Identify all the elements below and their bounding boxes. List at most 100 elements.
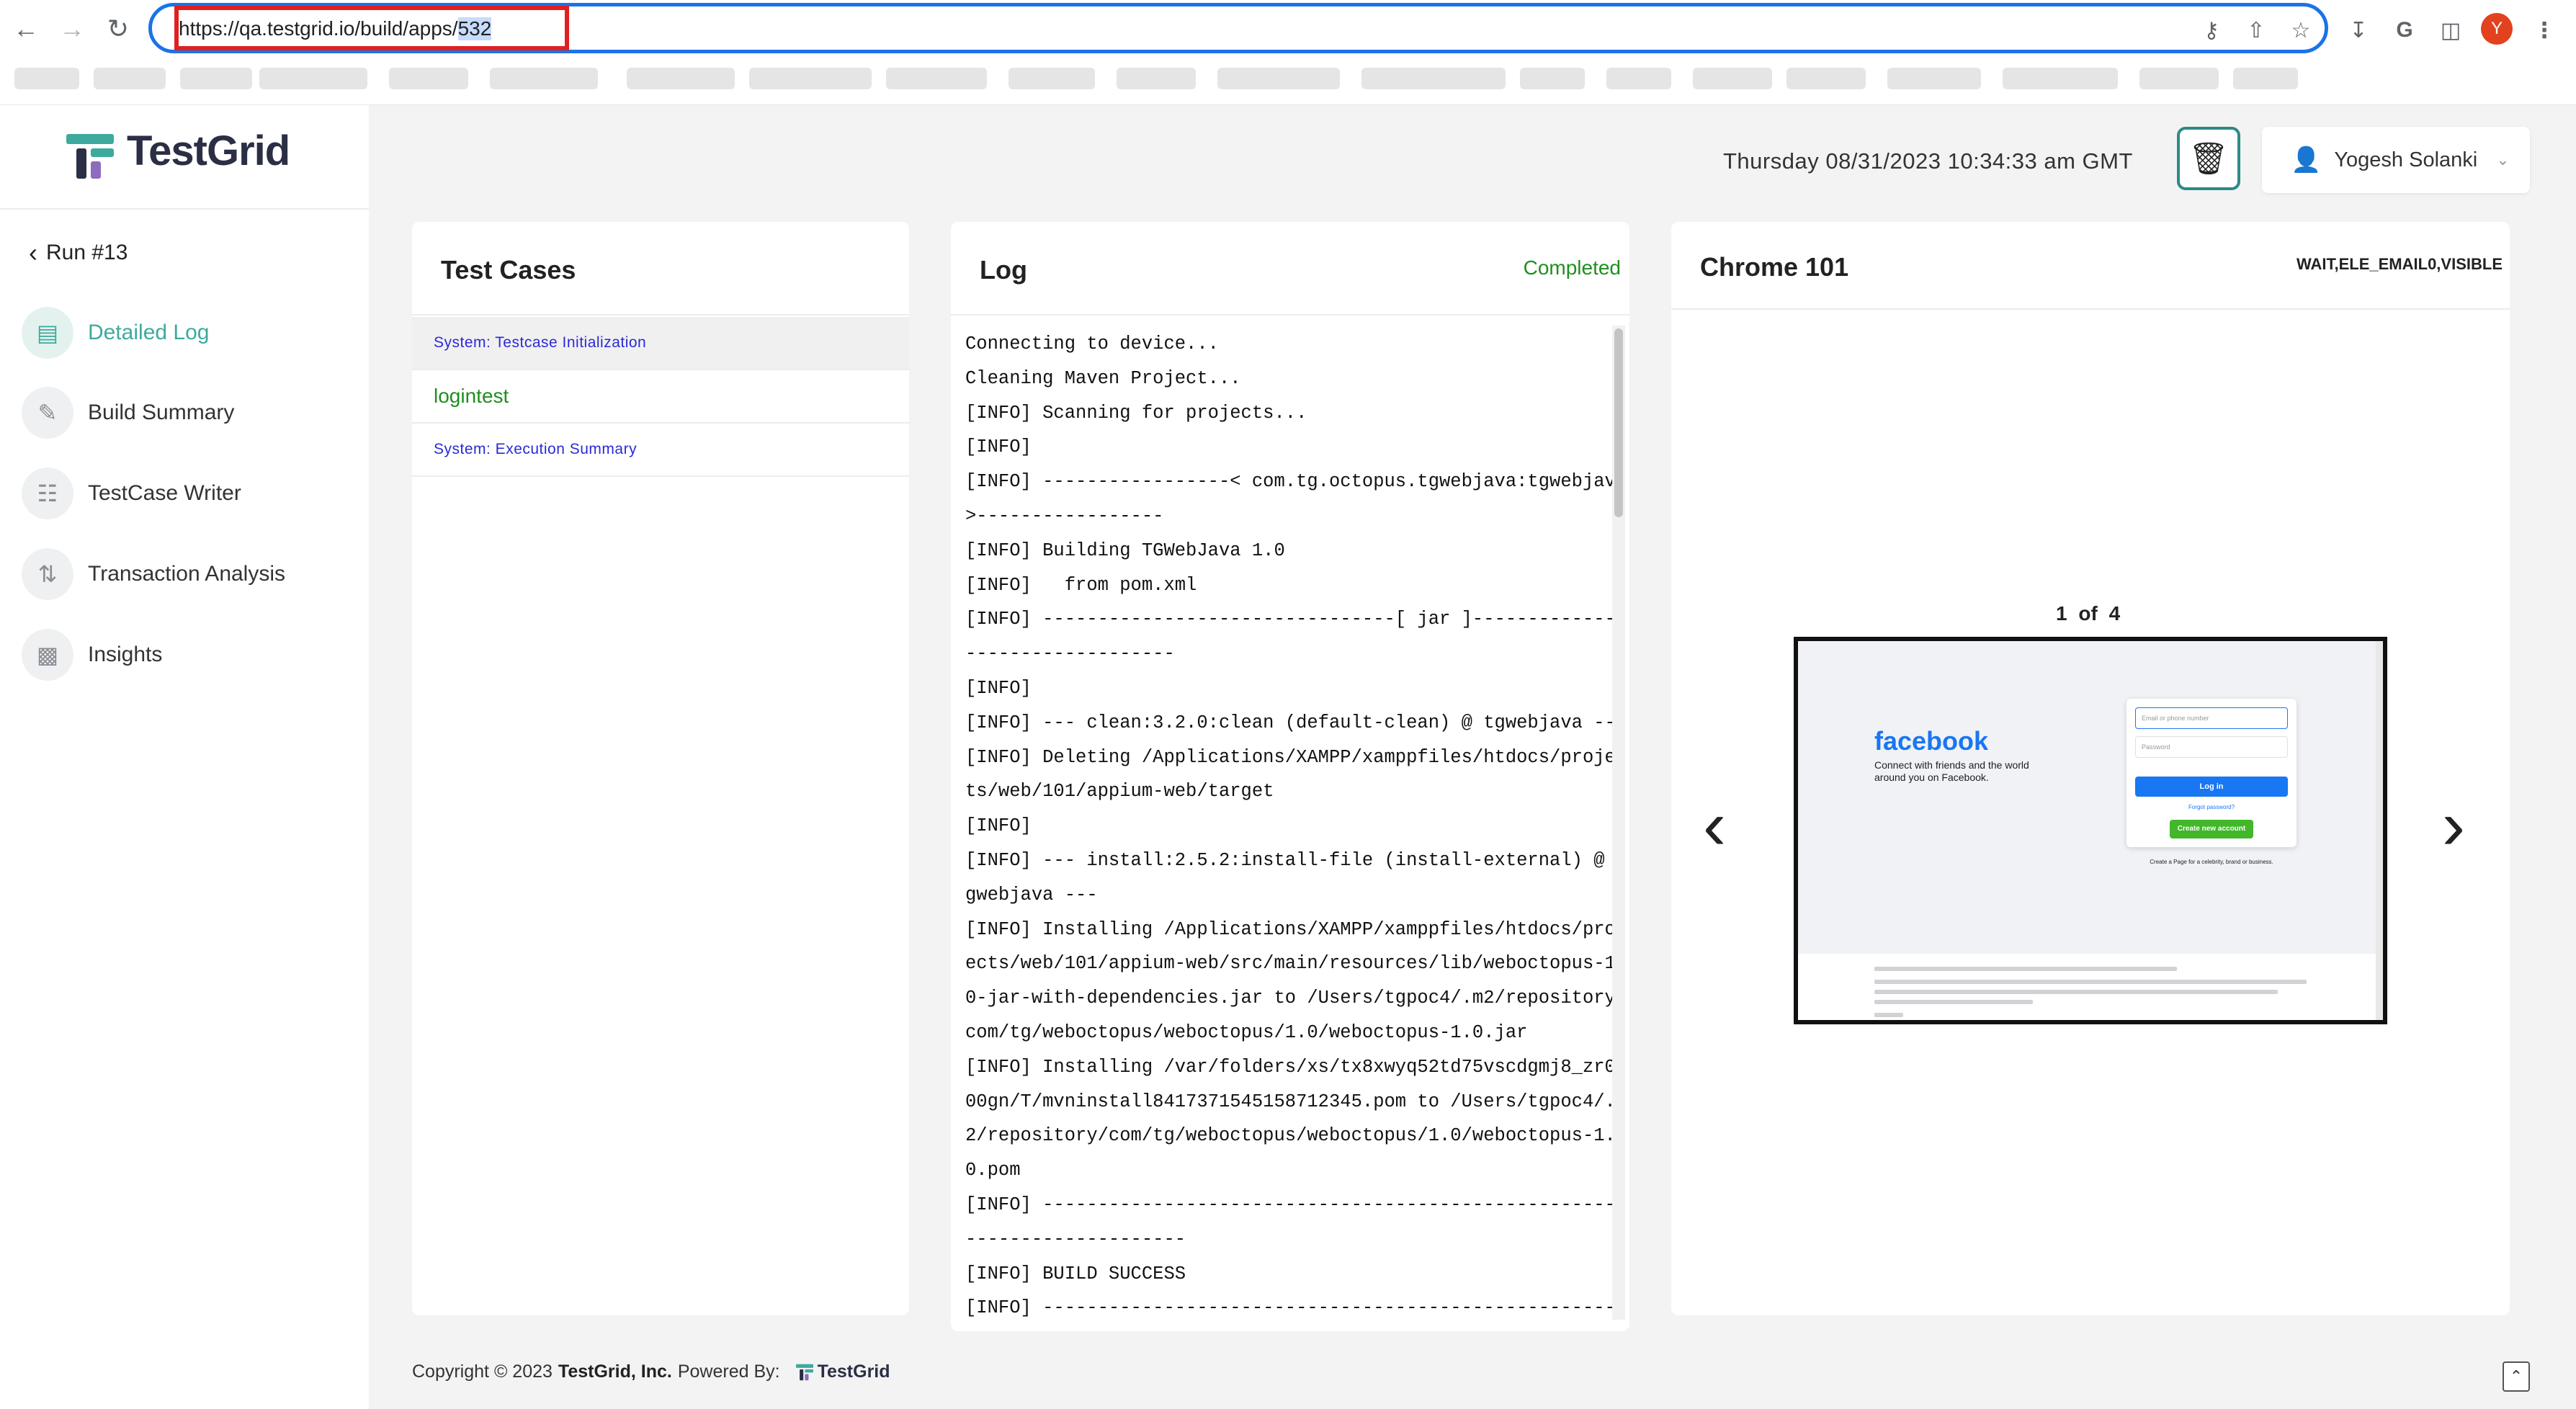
log-output[interactable]: Connecting to device... Cleaning Maven Pr… <box>957 321 1614 1323</box>
log-panel: Log Completed Connecting to device... Cle… <box>951 222 1629 1331</box>
brand-name: TestGrid <box>127 128 290 174</box>
profile-avatar[interactable]: Y <box>2481 13 2513 45</box>
bookmark-item[interactable] <box>1693 68 1772 89</box>
fb-page-note: Create a Page for a celebrity, brand or … <box>2150 859 2273 865</box>
step-caption: WAIT,ELE_EMAIL0,VISIBLE <box>2296 255 2503 273</box>
footer: Copyright © 2023 TestGrid, Inc. Powered … <box>412 1361 890 1382</box>
bookmark-item[interactable] <box>490 68 598 89</box>
bookmark-item[interactable] <box>1887 68 1981 89</box>
fb-footer-line <box>1874 967 2177 971</box>
footer-copyright: Copyright © 2023 <box>412 1361 553 1382</box>
share-icon[interactable]: ⇧ <box>2240 14 2272 46</box>
bookmark-item[interactable] <box>2139 68 2219 89</box>
sidebar-item-detailed-log[interactable]: ▤ Detailed Log <box>22 306 209 359</box>
log-line: [INFO] ---------------------------------… <box>965 1297 1614 1319</box>
log-line: ts/web/101/appium-web/target <box>965 781 1274 802</box>
scroll-to-top-button[interactable]: ⌃ <box>2503 1361 2530 1392</box>
bookmark-item[interactable] <box>94 68 166 89</box>
log-line: com/tg/weboctopus/weboctopus/1.0/webocto… <box>965 1021 1528 1043</box>
bookmark-item[interactable] <box>1606 68 1671 89</box>
log-line: 0-jar-with-dependencies.jar to /Users/tg… <box>965 988 1614 1009</box>
bookmark-item[interactable] <box>1361 68 1506 89</box>
page-of: of <box>2078 602 2098 625</box>
fb-footer-line <box>1874 990 2278 994</box>
fb-footer-line <box>1874 980 2307 984</box>
test-case-row[interactable]: logintest <box>412 370 909 424</box>
bookmark-item[interactable] <box>180 68 252 89</box>
bookmark-item[interactable] <box>1009 68 1095 89</box>
viewer-title: Chrome 101 <box>1700 252 1849 282</box>
log-line: [INFO] ---------------------------------… <box>965 1194 1614 1215</box>
bookmark-item[interactable] <box>1520 68 1585 89</box>
log-line: [INFO] Deleting /Applications/XAMPP/xamp… <box>965 746 1614 768</box>
footer-brand[interactable]: TestGrid <box>795 1361 890 1382</box>
url-highlight-box <box>174 6 569 50</box>
bookmark-item[interactable] <box>1217 68 1340 89</box>
screenshot-viewer-panel: Chrome 101 WAIT,ELE_EMAIL0,VISIBLE 1 of … <box>1671 222 2510 1315</box>
delete-button[interactable]: 🗑 <box>2177 127 2240 190</box>
fb-footer-line <box>1874 1013 1903 1017</box>
back-icon[interactable]: ← <box>7 10 45 48</box>
test-case-row[interactable]: System: Execution Summary <box>412 424 909 477</box>
run-back-link[interactable]: ‹ Run #13 <box>29 238 128 268</box>
bookmark-item[interactable] <box>2233 68 2298 89</box>
test-cases-header: Test Cases <box>412 222 909 316</box>
bookmark-item[interactable] <box>14 68 79 89</box>
log-line: [INFO] -----------------< com.tg.octopus… <box>965 471 1614 493</box>
bookmark-item[interactable] <box>749 68 872 89</box>
step-screenshot[interactable]: facebook Connect with friends and the wo… <box>1794 637 2387 1024</box>
fb-logo: facebook <box>1874 726 1989 756</box>
testgrid-logo-icon <box>66 134 114 179</box>
sidebar-divider <box>0 208 369 210</box>
run-back-label: Run #13 <box>46 241 128 264</box>
sidebar-item-build-summary[interactable]: ✎ Build Summary <box>22 386 234 439</box>
next-arrow-icon[interactable]: › <box>2442 791 2465 860</box>
forward-icon[interactable]: → <box>53 10 91 48</box>
google-icon[interactable]: G <box>2389 14 2420 46</box>
transaction-icon: ⇅ <box>22 548 73 600</box>
log-line: [INFO] --- clean:3.2.0:clean (default-cl… <box>965 712 1614 733</box>
star-icon[interactable]: ☆ <box>2285 14 2317 46</box>
log-line: gwebjava --- <box>965 884 1098 905</box>
log-title: Log <box>980 255 1027 285</box>
chevron-left-icon: ‹ <box>29 238 37 267</box>
sidebar-item-insights[interactable]: ▩ Insights <box>22 628 162 681</box>
key-icon[interactable]: ⚷ <box>2196 14 2227 46</box>
testgrid-logo-icon <box>795 1364 813 1380</box>
log-scrollbar-thumb[interactable] <box>1614 328 1623 517</box>
test-cases-panel: Test Cases System: Testcase Initializati… <box>412 222 909 1315</box>
kebab-menu-icon[interactable]: ⋮ <box>2528 14 2560 46</box>
bookmark-item[interactable] <box>259 68 367 89</box>
log-line: >----------------- <box>965 505 1164 527</box>
user-menu[interactable]: 👤 Yogesh Solanki ⌄ <box>2262 127 2530 193</box>
log-line: ects/web/101/appium-web/src/main/resourc… <box>965 953 1614 975</box>
log-header: Log Completed <box>951 222 1629 316</box>
sidebar-item-testcase-writer[interactable]: ☷ TestCase Writer <box>22 467 241 520</box>
user-name: Yogesh Solanki <box>2334 148 2478 171</box>
footer-company: TestGrid, Inc. <box>558 1361 672 1382</box>
fb-password-field: Password <box>2135 736 2288 758</box>
test-case-row[interactable]: System: Testcase Initialization <box>412 317 909 370</box>
calendar-icon: ☷ <box>22 468 73 519</box>
prev-arrow-icon[interactable]: ‹ <box>1703 791 1726 860</box>
bookmark-item[interactable] <box>2003 68 2118 89</box>
bookmark-item[interactable] <box>389 68 468 89</box>
log-line: ------------------- <box>965 643 1175 665</box>
bookmark-item[interactable] <box>1117 68 1196 89</box>
log-line: 0.pom <box>965 1160 1021 1181</box>
bar-chart-icon: ▩ <box>22 629 73 681</box>
log-line: [INFO] <box>965 677 1032 699</box>
bookmark-item[interactable] <box>886 68 987 89</box>
bookmark-item[interactable] <box>1786 68 1866 89</box>
download-icon[interactable]: ↧ <box>2343 14 2374 46</box>
page-total: 4 <box>2108 602 2121 625</box>
sidepanel-icon[interactable]: ◫ <box>2435 14 2467 46</box>
pen-icon: ✎ <box>22 387 73 439</box>
reload-icon[interactable]: ↻ <box>99 10 137 48</box>
sidebar-item-label: TestCase Writer <box>88 481 241 505</box>
test-case-label: logintest <box>434 385 509 407</box>
sidebar-item-transaction-analysis[interactable]: ⇅ Transaction Analysis <box>22 547 285 601</box>
log-line: 2/repository/com/tg/weboctopus/weboctopu… <box>965 1125 1614 1147</box>
bookmark-item[interactable] <box>627 68 735 89</box>
chevron-down-icon: ⌄ <box>2496 151 2510 169</box>
